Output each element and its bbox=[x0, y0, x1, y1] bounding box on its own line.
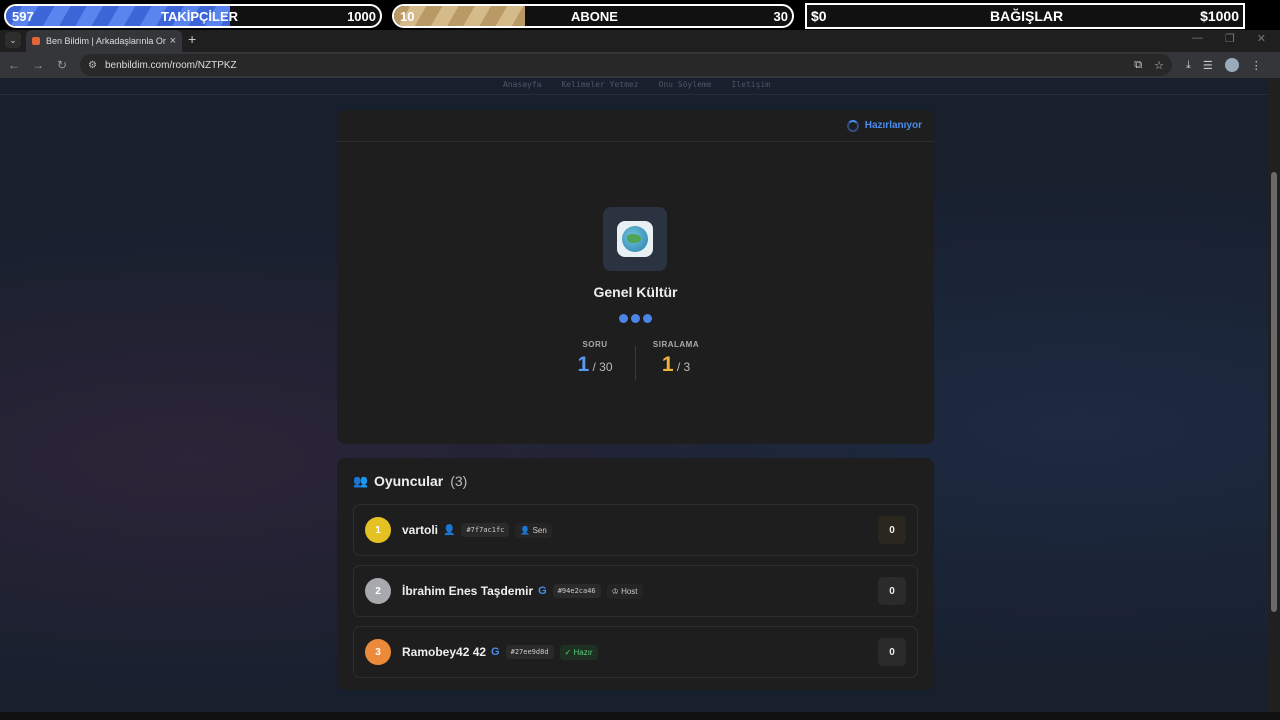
donations-goal-bar: $0 BAĞIŞLAR $1000 bbox=[805, 3, 1245, 29]
player-row: 2 İbrahim Enes Taşdemir G #94e2ca46 ♔ Ho… bbox=[353, 565, 918, 617]
nav-link-words-not-enough[interactable]: Kelimeler Yetmez bbox=[561, 80, 638, 94]
question-stat: SORU 1 / 30 bbox=[555, 340, 635, 380]
question-total: / 30 bbox=[592, 360, 613, 374]
player-name: Ramobey42 42 bbox=[402, 645, 487, 659]
rank-label: SIRALAMA bbox=[652, 340, 700, 349]
download-icon[interactable]: ⤓ bbox=[1186, 59, 1191, 72]
followers-label: TAKİPÇİLER bbox=[161, 8, 239, 24]
players-card: 👥 Oyuncular (3) 1 vartoli 👤 #7f7ac1fc 👤 … bbox=[337, 458, 934, 690]
host-badge: ♔ Host bbox=[606, 583, 643, 599]
player-score: 0 bbox=[878, 638, 906, 666]
google-icon: G bbox=[491, 646, 500, 658]
nav-link-dont-say-it[interactable]: Onu Söyleme bbox=[659, 80, 712, 94]
back-arrow-icon[interactable]: ← bbox=[2, 58, 26, 72]
new-tab-plus-icon[interactable]: + bbox=[188, 31, 196, 47]
tab-search-chevron-icon[interactable]: ⌄ bbox=[5, 32, 21, 48]
close-window-icon[interactable]: ✕ bbox=[1257, 32, 1266, 45]
google-icon: G bbox=[538, 585, 547, 597]
status-text: Hazırlanıyor bbox=[864, 120, 922, 131]
window-controls: — ❐ ✕ bbox=[1192, 32, 1266, 45]
page-scrollbar[interactable] bbox=[1268, 78, 1280, 712]
profile-avatar-icon[interactable] bbox=[1224, 58, 1239, 72]
question-current: 1 bbox=[577, 353, 590, 376]
rank-total: / 3 bbox=[676, 360, 691, 374]
bookmark-star-icon[interactable]: ☆ bbox=[1154, 59, 1164, 72]
you-badge: 👤 Sen bbox=[515, 522, 552, 538]
rank-stat: SIRALAMA 1 / 3 bbox=[636, 340, 716, 380]
players-title: Oyuncular bbox=[373, 473, 444, 489]
maximize-icon[interactable]: ❐ bbox=[1225, 32, 1235, 45]
toolbar-actions: ⤓ ☰ ⋮ bbox=[1186, 58, 1262, 72]
forward-arrow-icon[interactable]: → bbox=[26, 58, 50, 72]
users-icon: 👥 bbox=[353, 474, 368, 488]
tab-title: Ben Bildim | Arkadaşlarınla Onli bbox=[46, 36, 166, 46]
subscribers-label: ABONE bbox=[571, 8, 618, 24]
category-image bbox=[603, 207, 667, 271]
menu-kebab-icon[interactable]: ⋮ bbox=[1251, 59, 1262, 72]
browser-tab[interactable]: Ben Bildim | Arkadaşlarınla Onli × bbox=[26, 30, 182, 52]
followers-goal: 1000 bbox=[347, 8, 376, 24]
player-id: #7f7ac1fc bbox=[461, 523, 510, 537]
question-label: SORU bbox=[582, 340, 608, 349]
minimize-icon[interactable]: — bbox=[1192, 32, 1203, 45]
waiting-dots-icon bbox=[337, 314, 934, 323]
guest-user-icon: 👤 bbox=[443, 524, 456, 536]
stream-overlay: 597 TAKİPÇİLER 1000 10 ABONE 30 $0 BAĞIŞ… bbox=[0, 0, 1280, 30]
subscribers-goal: 30 bbox=[773, 8, 788, 24]
players-count: (3) bbox=[450, 473, 468, 489]
site-favicon-icon bbox=[32, 37, 40, 45]
players-header: 👥 Oyuncular (3) bbox=[353, 458, 918, 504]
globe-book-icon bbox=[617, 221, 653, 257]
address-bar[interactable]: ⚙ benbildim.com/room/NZTPKZ ⧉ ☆ bbox=[80, 54, 1172, 76]
player-row: 1 vartoli 👤 #7f7ac1fc 👤 Sen 0 bbox=[353, 504, 918, 556]
rank-badge: 1 bbox=[365, 517, 391, 543]
followers-goal-bar: 597 TAKİPÇİLER 1000 bbox=[4, 4, 382, 28]
install-app-icon[interactable]: ⧉ bbox=[1134, 59, 1142, 72]
ready-badge: ✓ Hazır bbox=[559, 644, 598, 660]
address-url: benbildim.com/room/NZTPKZ bbox=[104, 59, 237, 71]
loading-spinner-icon bbox=[846, 119, 859, 132]
player-score: 0 bbox=[878, 577, 906, 605]
donations-goal: $1000 bbox=[1200, 8, 1239, 24]
game-status-card: Hazırlanıyor Genel Kültür SORU 1 / 30 SI… bbox=[337, 110, 934, 444]
status-row: Hazırlanıyor bbox=[337, 110, 934, 142]
site-info-icon[interactable]: ⚙ bbox=[88, 60, 97, 71]
donations-current: $0 bbox=[811, 8, 827, 24]
taskbar bbox=[0, 712, 1280, 720]
followers-current: 597 bbox=[12, 8, 34, 24]
player-id: #94e2ca46 bbox=[552, 584, 601, 598]
close-tab-icon[interactable]: × bbox=[170, 35, 176, 47]
tab-strip: ⌄ Ben Bildim | Arkadaşlarınla Onli × + —… bbox=[0, 30, 1280, 52]
player-name: İbrahim Enes Taşdemir bbox=[402, 584, 534, 598]
reload-icon[interactable]: ↻ bbox=[50, 58, 74, 72]
page-content: Anasayfa Kelimeler Yetmez Onu Söyleme İl… bbox=[0, 78, 1268, 712]
subscribers-current: 10 bbox=[400, 8, 415, 24]
game-stats: SORU 1 / 30 SIRALAMA 1 / 3 bbox=[337, 340, 934, 380]
nav-link-home[interactable]: Anasayfa bbox=[503, 80, 542, 94]
player-score: 0 bbox=[878, 516, 906, 544]
media-queue-icon[interactable]: ☰ bbox=[1203, 59, 1213, 72]
subscribers-goal-bar: 10 ABONE 30 bbox=[392, 4, 794, 28]
browser-toolbar: ← → ↻ ⚙ benbildim.com/room/NZTPKZ ⧉ ☆ ⤓ … bbox=[0, 52, 1280, 78]
site-nav: Anasayfa Kelimeler Yetmez Onu Söyleme İl… bbox=[0, 78, 1268, 95]
player-name: vartoli bbox=[402, 523, 439, 537]
rank-badge: 3 bbox=[365, 639, 391, 665]
donations-label: BAĞIŞLAR bbox=[990, 8, 1064, 24]
rank-badge: 2 bbox=[365, 578, 391, 604]
scrollbar-thumb[interactable] bbox=[1271, 172, 1277, 612]
player-id: #27ee9d8d bbox=[505, 645, 554, 659]
player-row: 3 Ramobey42 42 G #27ee9d8d ✓ Hazır 0 bbox=[353, 626, 918, 678]
category-name: Genel Kültür bbox=[593, 284, 678, 300]
nav-link-contact[interactable]: İletişim bbox=[732, 80, 771, 94]
rank-current: 1 bbox=[661, 353, 674, 376]
